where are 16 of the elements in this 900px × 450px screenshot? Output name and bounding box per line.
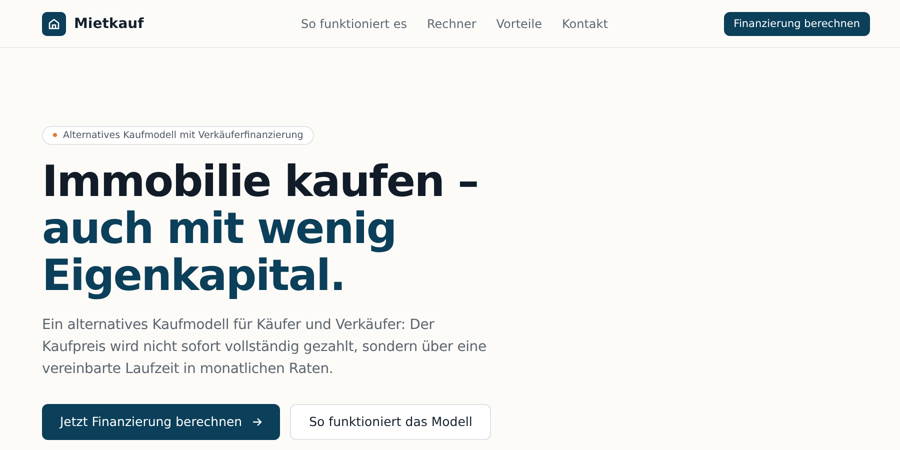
headline-line: auch mit wenig bbox=[42, 206, 397, 252]
headline-line: Immobilie kaufen – bbox=[42, 158, 479, 206]
headline-line: Eigenkapital. bbox=[42, 252, 345, 300]
nav-link[interactable]: So funktioniert es bbox=[301, 16, 407, 30]
lead-paragraph: Ein alternatives Kaufmodell für Käufer und Verkäufer: Der Kaufpreis wird nicht sofort vollständig gezahlt, sondern über eine vereinbarte Laufzeit in monatlichen Raten. bbox=[42, 316, 488, 378]
model-button[interactable]: So funktioniert das Modell bbox=[290, 404, 492, 440]
house-icon[interactable] bbox=[42, 12, 66, 36]
nav-link[interactable]: Kontakt bbox=[562, 16, 608, 30]
nav-link[interactable]: Vorteile bbox=[496, 16, 542, 30]
arrow-icon bbox=[252, 416, 262, 426]
calculate-button[interactable]: Finanzierung berechnen bbox=[724, 12, 870, 36]
calculate-button[interactable]: Jetzt Finanzierung berechnen bbox=[42, 404, 280, 440]
nav-link[interactable]: Rechner bbox=[426, 16, 476, 30]
brand-name[interactable]: Mietkauf bbox=[74, 16, 144, 32]
status-dot bbox=[53, 133, 57, 137]
badge-text: Alternatives Kaufmodell mit Verkäuferfinanzierung bbox=[63, 130, 304, 140]
